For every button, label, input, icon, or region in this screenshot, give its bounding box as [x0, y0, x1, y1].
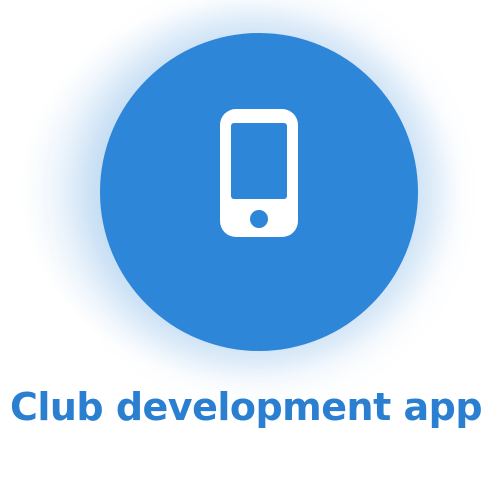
- feature-card[interactable]: Club development app: [0, 0, 492, 500]
- card-title: Club development app: [9, 385, 483, 429]
- smartphone-icon: [220, 109, 298, 237]
- icon-circle: [100, 33, 418, 351]
